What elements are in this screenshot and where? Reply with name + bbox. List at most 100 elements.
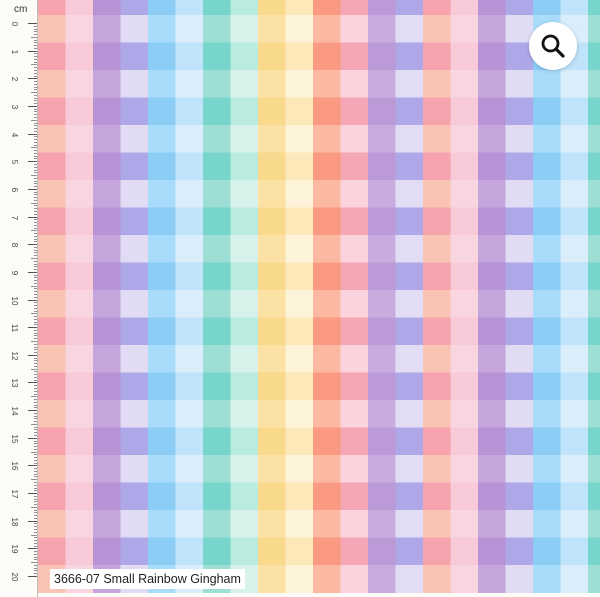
gingham-check <box>368 207 396 236</box>
gingham-check <box>285 372 314 401</box>
gingham-check <box>120 317 149 346</box>
ruler-tick-minor <box>34 152 37 154</box>
gingham-check <box>175 152 204 181</box>
ruler-label: 11 <box>10 323 19 333</box>
ruler-tick-minor <box>34 401 37 403</box>
gingham-check <box>93 235 121 263</box>
gingham-check <box>148 262 176 291</box>
gingham-check <box>588 97 600 126</box>
gingham-check <box>313 537 341 566</box>
ruler-tick-minor <box>34 470 37 472</box>
gingham-check <box>203 262 231 291</box>
gingham-check <box>93 0 121 16</box>
gingham-check <box>533 290 561 318</box>
gingham-check <box>450 0 479 16</box>
gingham-check <box>65 537 94 566</box>
gingham-check <box>120 125 149 153</box>
gingham-check <box>368 290 396 318</box>
gingham-check <box>423 427 451 456</box>
gingham-check <box>423 482 451 511</box>
gingham-check <box>258 125 286 153</box>
ruler-tick-minor <box>34 540 37 542</box>
gingham-check <box>148 400 176 428</box>
gingham-check <box>588 180 600 208</box>
gingham-check <box>533 510 561 538</box>
gingham-check <box>588 0 600 16</box>
gingham-check <box>560 290 589 318</box>
gingham-check <box>533 317 561 346</box>
gingham-check <box>478 235 506 263</box>
ruler-tick-minor <box>34 274 37 276</box>
ruler-tick-minor <box>34 360 37 362</box>
gingham-check <box>313 15 341 43</box>
gingham-check <box>368 482 396 511</box>
gingham-check <box>395 70 424 98</box>
gingham-check <box>423 152 451 181</box>
ruler-tick-minor <box>34 432 37 434</box>
ruler-tick-minor <box>34 421 37 423</box>
ruler-tick-minor <box>34 457 37 459</box>
gingham-check <box>285 152 314 181</box>
gingham-check <box>285 0 314 16</box>
gingham-check <box>450 152 479 181</box>
gingham-check <box>395 152 424 181</box>
gingham-check <box>533 180 561 208</box>
gingham-check <box>175 235 204 263</box>
ruler-tick-minor <box>34 108 37 110</box>
ruler-tick-major <box>28 133 37 135</box>
gingham-check <box>258 427 286 456</box>
zoom-button[interactable] <box>529 22 577 70</box>
gingham-check <box>175 317 204 346</box>
gingham-check <box>175 455 204 483</box>
ruler-tick-minor <box>34 67 37 69</box>
gingham-check <box>285 235 314 263</box>
ruler-tick-minor <box>34 429 37 431</box>
gingham-check <box>38 510 66 538</box>
ruler-tick-minor <box>34 83 37 85</box>
ruler-tick-minor <box>34 235 37 237</box>
gingham-check <box>258 207 286 236</box>
gingham-check <box>368 537 396 566</box>
gingham-check <box>478 262 506 291</box>
gingham-check <box>478 455 506 483</box>
gingham-check <box>588 15 600 43</box>
ruler-tick-minor <box>34 490 37 492</box>
ruler-tick-minor <box>31 534 37 536</box>
ruler-tick-minor <box>31 396 37 398</box>
gingham-check <box>285 510 314 538</box>
ruler-tick-minor <box>34 233 37 235</box>
ruler-tick-minor <box>34 357 37 359</box>
gingham-check <box>313 345 341 373</box>
gingham-check <box>533 235 561 263</box>
gingham-check <box>230 290 259 318</box>
gingham-check <box>203 317 231 346</box>
ruler-tick-minor <box>31 313 37 315</box>
ruler-label: 6 <box>10 187 19 193</box>
ruler-tick-major <box>28 493 37 495</box>
ruler-tick-minor <box>34 169 37 171</box>
gingham-check <box>478 537 506 566</box>
ruler-tick-minor <box>34 282 37 284</box>
gingham-check <box>285 565 314 593</box>
gingham-check <box>560 510 589 538</box>
ruler-tick-minor <box>34 177 37 179</box>
ruler-tick-minor <box>34 387 37 389</box>
ruler-tick-minor <box>34 399 37 401</box>
gingham-check <box>93 70 121 98</box>
gingham-check <box>560 455 589 483</box>
gingham-check <box>93 345 121 373</box>
gingham-check <box>148 372 176 401</box>
ruler-tick-minor <box>34 197 37 199</box>
gingham-check <box>450 565 479 593</box>
gingham-check <box>230 207 259 236</box>
gingham-check <box>203 152 231 181</box>
gingham-check <box>285 125 314 153</box>
gingham-check <box>93 290 121 318</box>
gingham-check <box>38 125 66 153</box>
gingham-check <box>423 235 451 263</box>
ruler-tick-minor <box>34 31 37 33</box>
ruler-tick-minor <box>34 296 37 298</box>
gingham-check <box>368 70 396 98</box>
gingham-check <box>65 482 94 511</box>
gingham-check <box>450 262 479 291</box>
